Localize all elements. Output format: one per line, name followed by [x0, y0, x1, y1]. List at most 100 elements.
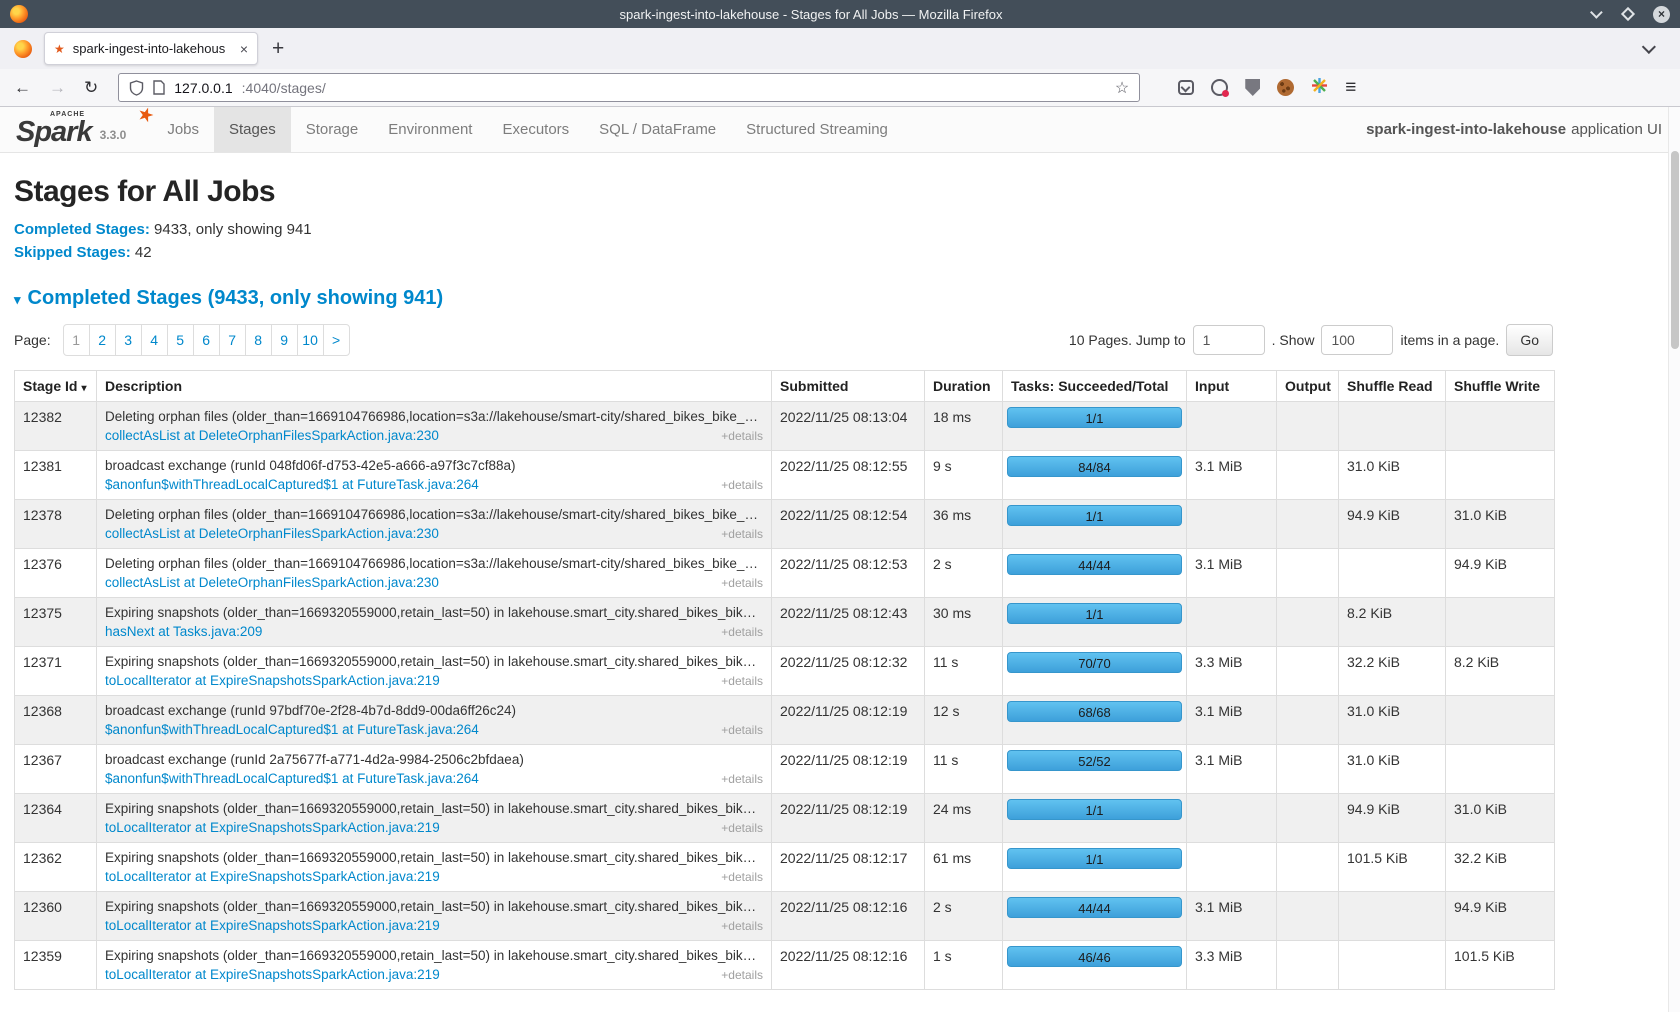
details-toggle[interactable]: +details: [721, 625, 763, 639]
page-button[interactable]: 6: [193, 324, 220, 356]
window-close-icon[interactable]: ×: [1653, 6, 1670, 23]
page-button[interactable]: >: [323, 324, 350, 356]
ublock-shield-icon[interactable]: [1245, 79, 1260, 96]
tasks-cell: 46/46: [1003, 941, 1187, 990]
submitted-cell: 2022/11/25 08:12:32: [772, 647, 925, 696]
nav-item-jobs[interactable]: Jobs: [152, 107, 214, 152]
scrollbar-thumb[interactable]: [1671, 151, 1679, 349]
shuffle-read-cell: 31.0 KiB: [1339, 696, 1446, 745]
stage-callsite-link[interactable]: $anonfun$withThreadLocalCaptured$1 at Fu…: [105, 477, 479, 492]
stage-id-cell: 12381: [15, 451, 97, 500]
header-input[interactable]: Input: [1187, 371, 1277, 402]
details-toggle[interactable]: +details: [721, 576, 763, 590]
stage-id-cell: 12364: [15, 794, 97, 843]
stage-callsite-link[interactable]: toLocalIterator at ExpireSnapshotsSparkA…: [105, 918, 440, 933]
tasks-cell: 52/52: [1003, 745, 1187, 794]
stage-callsite-link[interactable]: hasNext at Tasks.java:209: [105, 624, 262, 639]
spark-logo[interactable]: Spark APACHE ★ 3.3.0: [16, 107, 152, 152]
page-scrollbar[interactable]: [1668, 107, 1680, 1012]
details-toggle[interactable]: +details: [721, 968, 763, 982]
details-toggle[interactable]: +details: [721, 821, 763, 835]
page-button[interactable]: 7: [219, 324, 246, 356]
details-toggle[interactable]: +details: [721, 919, 763, 933]
page-button[interactable]: 1: [63, 324, 90, 356]
forward-button: →: [49, 78, 66, 98]
header-duration[interactable]: Duration: [925, 371, 1003, 402]
nav-item-stages[interactable]: Stages: [214, 107, 291, 152]
tab-close-icon[interactable]: ×: [240, 41, 248, 57]
stage-callsite-link[interactable]: toLocalIterator at ExpireSnapshotsSparkA…: [105, 673, 440, 688]
header-stage-id[interactable]: Stage Id▾: [15, 371, 97, 402]
submitted-cell: 2022/11/25 08:12:43: [772, 598, 925, 647]
details-toggle[interactable]: +details: [721, 429, 763, 443]
page-button[interactable]: 8: [245, 324, 272, 356]
url-bar[interactable]: 127.0.0.1:4040/stages/ ☆: [118, 73, 1140, 102]
bookmark-star-icon[interactable]: ☆: [1115, 78, 1129, 98]
back-button[interactable]: ←: [14, 78, 31, 98]
collapse-arrow-icon[interactable]: ▾: [14, 292, 21, 307]
nav-item-sql-dataframe[interactable]: SQL / DataFrame: [584, 107, 731, 152]
shuffle-read-cell: [1339, 941, 1446, 990]
stage-callsite-link[interactable]: collectAsList at DeleteOrphanFilesSparkA…: [105, 575, 439, 590]
stage-callsite-link[interactable]: toLocalIterator at ExpireSnapshotsSparkA…: [105, 820, 440, 835]
stage-callsite-link[interactable]: $anonfun$withThreadLocalCaptured$1 at Fu…: [105, 722, 479, 737]
tracking-protection-shield-icon[interactable]: [129, 80, 144, 96]
page-button[interactable]: 10: [297, 324, 324, 356]
completed-stages-link[interactable]: Completed Stages:: [14, 221, 150, 238]
page-button[interactable]: 3: [115, 324, 142, 356]
page-button[interactable]: 4: [141, 324, 168, 356]
menu-icon[interactable]: ≡: [1345, 77, 1356, 99]
nav-item-storage[interactable]: Storage: [291, 107, 374, 152]
browser-tab[interactable]: ★ spark-ingest-into-lakehous ×: [44, 32, 258, 65]
page-info-icon[interactable]: [153, 80, 165, 95]
header-tasks[interactable]: Tasks: Succeeded/Total: [1003, 371, 1187, 402]
pocket-icon[interactable]: [1178, 80, 1194, 95]
tasks-progress-bar: 70/70: [1007, 652, 1182, 673]
page-button[interactable]: 5: [167, 324, 194, 356]
items-per-page-input[interactable]: [1321, 325, 1393, 355]
nav-item-environment[interactable]: Environment: [373, 107, 487, 152]
details-toggle[interactable]: +details: [721, 478, 763, 492]
window-maximize-icon[interactable]: [1621, 7, 1635, 21]
shuffle-write-cell: 31.0 KiB: [1446, 500, 1555, 549]
header-shuffle-write[interactable]: Shuffle Write: [1446, 371, 1555, 402]
details-toggle[interactable]: +details: [721, 772, 763, 786]
header-description[interactable]: Description: [97, 371, 772, 402]
reload-button[interactable]: ↻: [84, 78, 98, 98]
details-toggle[interactable]: +details: [721, 870, 763, 884]
jump-to-page-input[interactable]: [1193, 325, 1265, 355]
stage-callsite-link[interactable]: $anonfun$withThreadLocalCaptured$1 at Fu…: [105, 771, 479, 786]
details-toggle[interactable]: +details: [721, 674, 763, 688]
page-button[interactable]: 9: [271, 324, 298, 356]
new-tab-button[interactable]: +: [272, 37, 284, 61]
cookie-extension-icon[interactable]: [1277, 79, 1294, 96]
list-tabs-chevron-icon[interactable]: [1642, 39, 1656, 53]
shuffle-write-cell: 31.0 KiB: [1446, 794, 1555, 843]
page-button-group: 12345678910>: [63, 324, 350, 356]
description-cell: Expiring snapshots (older_than=166932055…: [97, 647, 772, 696]
details-toggle[interactable]: +details: [721, 723, 763, 737]
nav-item-executors[interactable]: Executors: [487, 107, 584, 152]
application-name: spark-ingest-into-lakehouse: [1366, 121, 1566, 138]
header-submitted[interactable]: Submitted: [772, 371, 925, 402]
header-output[interactable]: Output: [1277, 371, 1339, 402]
page-button[interactable]: 2: [89, 324, 116, 356]
firefox-view-button[interactable]: [10, 40, 36, 58]
details-toggle[interactable]: +details: [721, 527, 763, 541]
shuffle-read-cell: 94.9 KiB: [1339, 500, 1446, 549]
stage-callsite-link[interactable]: toLocalIterator at ExpireSnapshotsSparkA…: [105, 967, 440, 982]
stage-id-cell: 12371: [15, 647, 97, 696]
completed-stages-section-header[interactable]: ▾Completed Stages (9433, only showing 94…: [14, 287, 1680, 310]
stage-callsite-link[interactable]: collectAsList at DeleteOrphanFilesSparkA…: [105, 428, 439, 443]
header-shuffle-read[interactable]: Shuffle Read: [1339, 371, 1446, 402]
pinwheel-extension-icon[interactable]: [1311, 77, 1328, 99]
stage-callsite-link[interactable]: collectAsList at DeleteOrphanFilesSparkA…: [105, 526, 439, 541]
description-cell: Expiring snapshots (older_than=166932055…: [97, 843, 772, 892]
shuffle-write-cell: [1446, 451, 1555, 500]
go-button[interactable]: Go: [1506, 324, 1553, 356]
nav-item-structured-streaming[interactable]: Structured Streaming: [731, 107, 903, 152]
skipped-stages-link[interactable]: Skipped Stages:: [14, 244, 131, 261]
extension-badge-icon[interactable]: [1211, 79, 1228, 96]
stage-callsite-link[interactable]: toLocalIterator at ExpireSnapshotsSparkA…: [105, 869, 440, 884]
shuffle-read-cell: 101.5 KiB: [1339, 843, 1446, 892]
